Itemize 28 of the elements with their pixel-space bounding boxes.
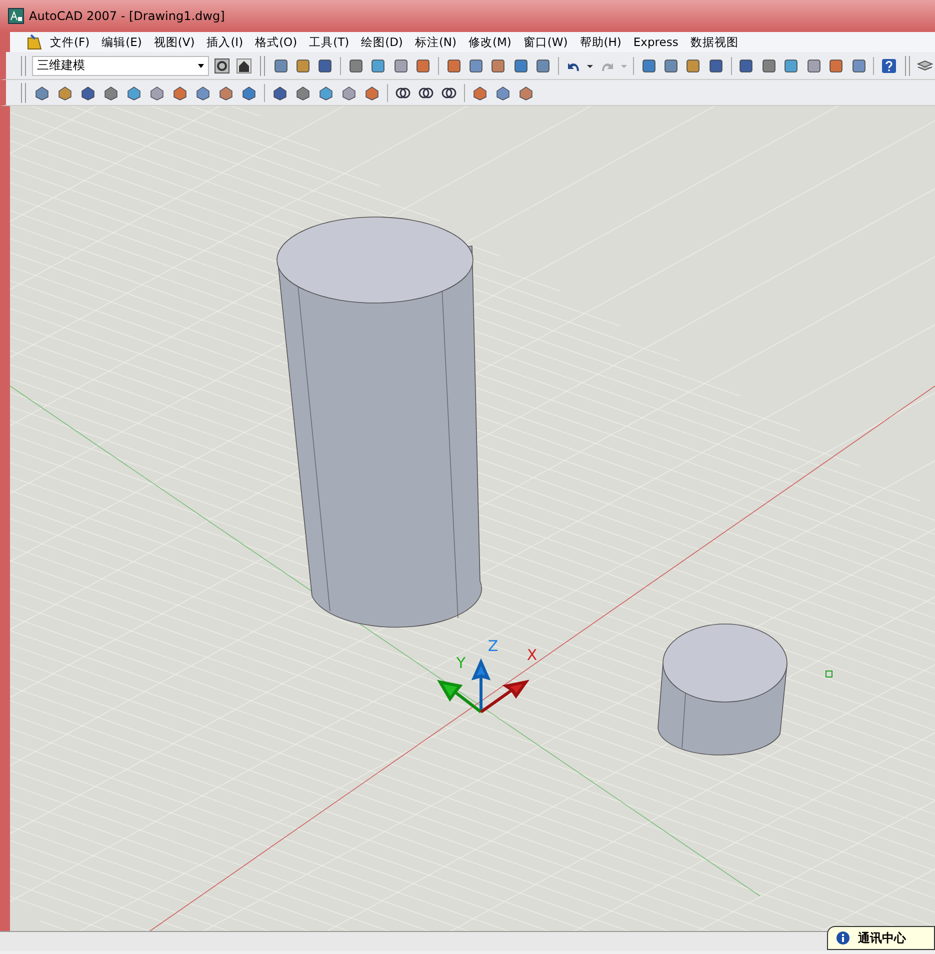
info-icon xyxy=(836,931,850,945)
menu-item[interactable]: 编辑(E) xyxy=(96,34,148,50)
grip-marker[interactable] xyxy=(826,670,832,678)
menu-item[interactable]: 标注(N) xyxy=(408,34,463,50)
axis-label: X xyxy=(526,646,538,664)
axis-label: Y xyxy=(456,654,466,672)
workspace-dropdown[interactable]: 三维建模 xyxy=(32,56,210,76)
menu-item[interactable]: 数据视图 xyxy=(684,34,744,50)
window-title: AutoCAD 2007 - [Drawing1.dwg] xyxy=(29,9,225,23)
workspace-settings-icon[interactable] xyxy=(212,56,232,76)
ucs-axes-icon xyxy=(437,658,530,714)
menu-item[interactable]: 格式(O) xyxy=(249,34,304,50)
menu-item[interactable]: 帮助(H) xyxy=(574,34,628,50)
notification-text: 通讯中心 xyxy=(858,930,906,946)
menu-item[interactable]: 窗口(W) xyxy=(517,34,574,50)
axis-label: Z xyxy=(488,637,498,655)
menu-item[interactable]: 修改(M) xyxy=(462,34,518,50)
menu-item[interactable]: 视图(V) xyxy=(148,34,201,50)
house-icon[interactable] xyxy=(234,56,254,76)
menu-item[interactable]: Express xyxy=(627,35,684,49)
menu-item[interactable]: 插入(I) xyxy=(200,34,250,50)
notification-balloon[interactable]: 通讯中心 xyxy=(827,926,935,950)
menu-item[interactable]: 工具(T) xyxy=(303,34,356,50)
document-icon xyxy=(26,34,44,50)
caret-icon xyxy=(198,64,204,68)
app-logo-icon xyxy=(8,8,24,24)
menu-item[interactable]: 绘图(D) xyxy=(355,34,409,50)
menu-item[interactable]: 文件(F) xyxy=(44,34,96,50)
